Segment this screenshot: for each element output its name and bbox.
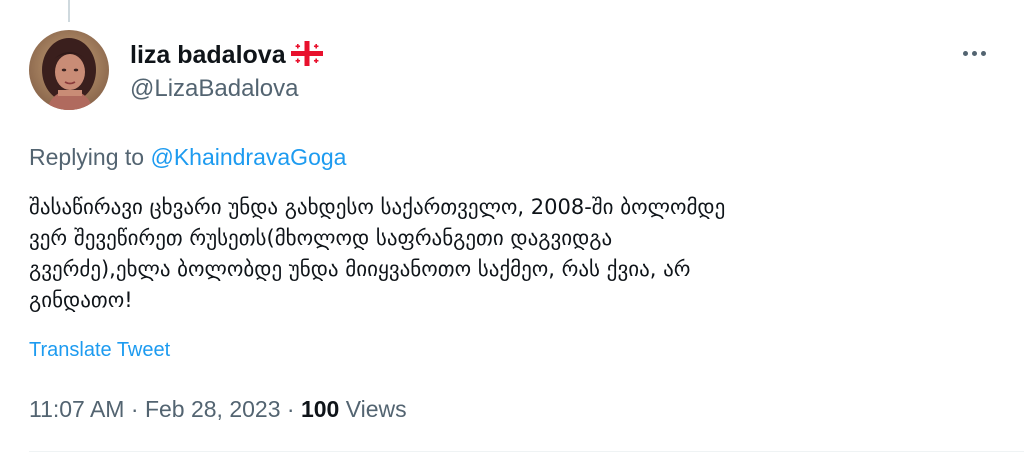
author-display-name[interactable]: liza badalova	[130, 40, 286, 70]
tweet-date-link[interactable]: Feb 28, 2023	[145, 396, 281, 422]
tweet-text-line: გვერძე),ეხლა ბოლობდე უნდა მიიყვანოთო საქ…	[29, 257, 691, 281]
tweet-text: შასაწირავი ცხვარი უნდა გახდესო საქართველ…	[29, 192, 989, 316]
replying-to-line: Replying to @KhaindravaGoga	[29, 142, 346, 172]
tweet-text-line: გინდათო!	[29, 288, 133, 312]
tweet-text-line: ვერ შევეწირეთ რუსეთს(მხოლოდ საფრანგეთი დ…	[29, 226, 613, 250]
more-horizontal-icon	[962, 50, 968, 56]
replying-to-label: Replying to	[29, 144, 145, 170]
views-label: Views	[345, 396, 407, 422]
thread-connector-line	[68, 0, 70, 22]
avatar[interactable]	[29, 30, 109, 110]
tweet-text-line: შასაწირავი ცხვარი უნდა გახდესო საქართველ…	[29, 195, 726, 219]
meta-separator: ·	[130, 396, 139, 422]
translate-tweet-link[interactable]: Translate Tweet	[29, 336, 170, 364]
meta-separator: ·	[286, 396, 295, 422]
more-options-button[interactable]	[954, 40, 994, 66]
tweet-meta: 11:07 AM · Feb 28, 2023 · 100 Views	[29, 394, 407, 424]
tweet-time-link[interactable]: 11:07 AM	[29, 396, 124, 422]
views-count: 100	[300, 396, 340, 422]
author-handle[interactable]: @LizaBadalova	[130, 74, 298, 104]
replying-to-mention-link[interactable]: @KhaindravaGoga	[150, 144, 346, 170]
divider	[29, 451, 1024, 452]
georgia-flag-icon	[291, 41, 323, 66]
